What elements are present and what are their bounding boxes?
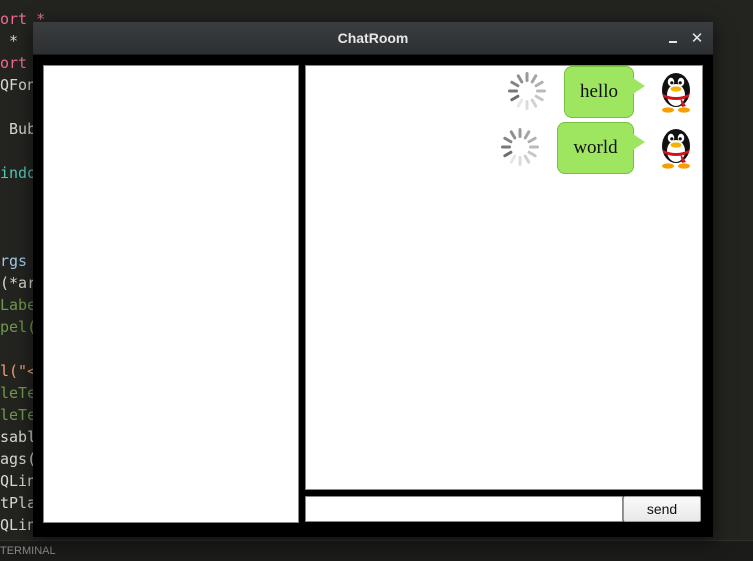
code-line: leTe (0, 406, 37, 424)
code-line: * (0, 32, 19, 50)
code-line: QFon (0, 76, 37, 94)
code-line: leTe (0, 384, 37, 402)
code-line: rgs (0, 252, 28, 270)
code-line: (*ar (0, 274, 37, 292)
code-line: indo (0, 164, 37, 182)
close-icon[interactable]: ✕ (689, 30, 705, 46)
window-title: ChatRoom (337, 30, 409, 46)
code-line: QLin (0, 516, 37, 534)
code-line: Bub (0, 120, 37, 138)
message-bubble: world (557, 122, 634, 174)
message-bubble: hello (564, 66, 634, 118)
message-input[interactable] (305, 496, 623, 522)
chatroom-window: ChatRoom ✕ hello world send (33, 22, 713, 537)
code-line: sabl (0, 428, 37, 446)
penguin-avatar-icon (656, 70, 696, 114)
bubble-tail (633, 134, 645, 150)
bottom-panel-bar: TERMINAL (0, 540, 753, 561)
code-line: l("< (0, 362, 37, 380)
loading-spinner-icon (499, 126, 541, 168)
code-line: tPla (0, 494, 37, 512)
code-line: QLin (0, 472, 37, 490)
code-line: ort (0, 54, 28, 72)
code-line: pel( (0, 318, 37, 336)
chat-messages-area[interactable]: hello world (305, 65, 703, 490)
loading-spinner-icon (506, 70, 548, 112)
send-button[interactable]: send (623, 496, 701, 522)
terminal-tab[interactable]: TERMINAL (0, 545, 56, 557)
user-list-panel[interactable] (43, 65, 299, 523)
bubble-tail (633, 78, 645, 94)
window-titlebar[interactable]: ChatRoom ✕ (33, 22, 713, 55)
code-line: Labe (0, 296, 37, 314)
penguin-avatar-icon (656, 126, 696, 170)
minimize-icon[interactable] (665, 30, 681, 46)
code-line: ags( (0, 450, 37, 468)
